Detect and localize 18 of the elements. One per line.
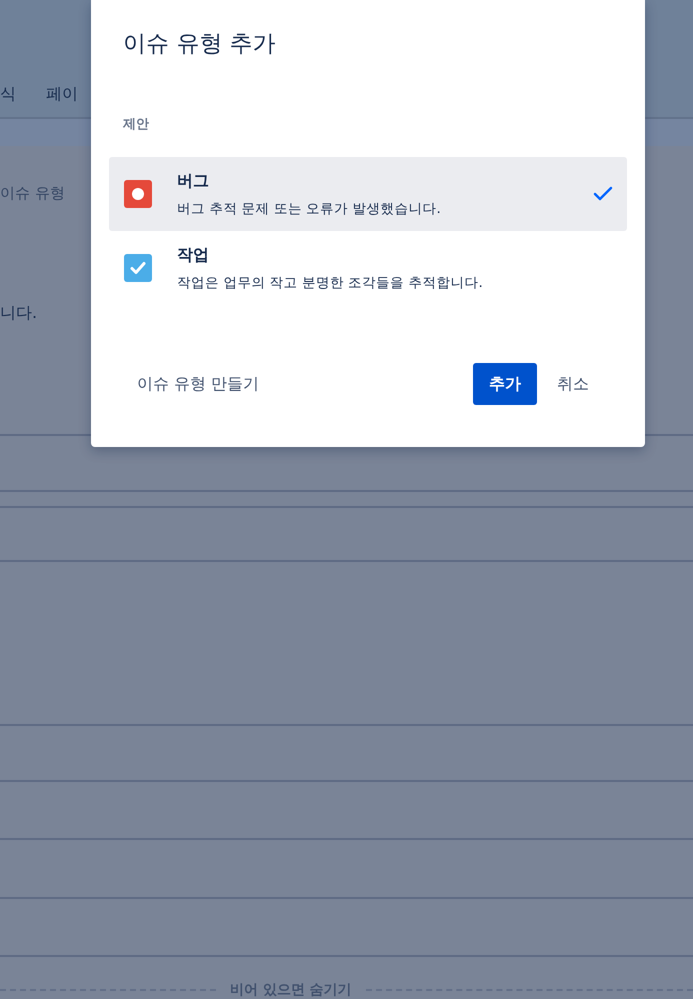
description-text: 니다. <box>0 303 38 324</box>
issue-type-option[interactable]: 버그 버그 추적 문제 또는 오류가 발생했습니다. <box>109 157 627 231</box>
bug-icon <box>124 180 152 208</box>
create-issue-type-link[interactable]: 이슈 유형 만들기 <box>129 366 473 402</box>
option-name: 버그 <box>177 170 210 192</box>
dialog-title: 이슈 유형 추가 <box>123 30 277 59</box>
add-button[interactable]: 추가 <box>473 363 537 405</box>
tab[interactable]: 페이 <box>46 84 78 105</box>
tab[interactable]: 식 <box>0 84 16 105</box>
option-name: 작업 <box>177 244 210 266</box>
cancel-button[interactable]: 취소 <box>541 363 605 405</box>
issue-type-option[interactable]: 작업 작업은 업무의 작고 분명한 조각들을 추적합니다. <box>109 231 627 305</box>
section-label: 제안 <box>123 116 150 133</box>
section-label: 이슈 유형 <box>0 184 65 203</box>
option-description: 버그 추적 문제 또는 오류가 발생했습니다. <box>177 200 442 218</box>
checkmark-icon <box>593 186 613 202</box>
option-description: 작업은 업무의 작고 분명한 조각들을 추적합니다. <box>177 274 484 292</box>
checkbox-icon <box>124 254 152 282</box>
